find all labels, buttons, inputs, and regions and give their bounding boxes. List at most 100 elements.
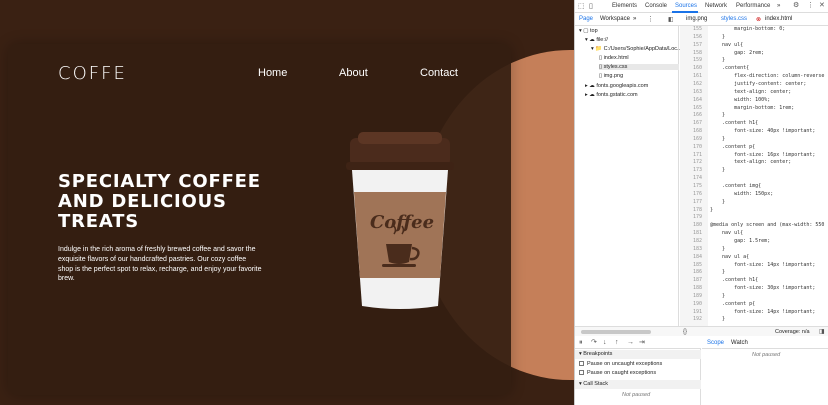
tree-node-gstatic[interactable]: ▸ ☁ fonts.gstatic.com: [585, 92, 638, 98]
code-line[interactable]: 164 width: 100%;: [680, 96, 828, 104]
line-number[interactable]: 188: [680, 284, 702, 292]
line-number[interactable]: 192: [680, 315, 702, 323]
line-number[interactable]: 161: [680, 72, 702, 80]
device-toolbar-icon[interactable]: ▯: [589, 3, 593, 11]
code-line[interactable]: 187 .content h1{: [680, 276, 828, 284]
line-number[interactable]: 177: [680, 198, 702, 206]
code-line[interactable]: 189 }: [680, 292, 828, 300]
pause-uncaught-checkbox[interactable]: Pause on uncaught exceptions: [579, 361, 699, 367]
site-logo[interactable]: COFFE: [58, 63, 127, 84]
step-over-icon[interactable]: ↷: [591, 339, 597, 347]
code-line[interactable]: 171 font-size: 16px !important;: [680, 151, 828, 159]
line-number[interactable]: 165: [680, 104, 702, 112]
line-number[interactable]: 185: [680, 261, 702, 269]
open-file-tab-styles[interactable]: styles.css: [721, 16, 747, 22]
code-line[interactable]: 190 .content p{: [680, 300, 828, 308]
code-line[interactable]: 188 font-size: 30px !important;: [680, 284, 828, 292]
settings-gear-icon[interactable]: ⚙: [793, 2, 799, 10]
inspect-element-icon[interactable]: ⬚: [578, 3, 585, 11]
line-number[interactable]: 187: [680, 276, 702, 284]
tree-file-styles[interactable]: ▯ styles.css: [599, 64, 679, 70]
code-line[interactable]: 157 nav ul{: [680, 41, 828, 49]
line-number[interactable]: 169: [680, 135, 702, 143]
deactivate-breakpoints-icon[interactable]: ⇥: [639, 339, 645, 347]
tab-network[interactable]: Network: [705, 3, 727, 9]
tree-node-folder[interactable]: ▾ 📁 C:/Users/Sophie/AppData/Loc...: [591, 46, 682, 52]
code-line[interactable]: 165 margin-bottom: 1rem;: [680, 104, 828, 112]
code-line[interactable]: 175 .content img{: [680, 182, 828, 190]
code-line[interactable]: 183 }: [680, 245, 828, 253]
close-tab-icon[interactable]: ⊗: [756, 16, 761, 24]
line-number[interactable]: 180: [680, 221, 702, 229]
line-number[interactable]: 168: [680, 127, 702, 135]
line-number[interactable]: 156: [680, 33, 702, 41]
line-number[interactable]: 158: [680, 49, 702, 57]
code-editor[interactable]: 155 margin-bottom: 0; 156 } 157 nav ul{158…: [680, 26, 828, 326]
tree-file-img[interactable]: ▯ img.png: [599, 73, 623, 79]
code-line[interactable]: 173 }: [680, 166, 828, 174]
code-line[interactable]: 174: [680, 174, 828, 182]
nav-about-link[interactable]: About: [339, 67, 368, 79]
tab-console[interactable]: Console: [645, 3, 667, 9]
code-line[interactable]: 156 }: [680, 33, 828, 41]
code-line[interactable]: 168 font-size: 40px !important;: [680, 127, 828, 135]
line-number[interactable]: 160: [680, 64, 702, 72]
line-number[interactable]: 167: [680, 119, 702, 127]
line-number[interactable]: 183: [680, 245, 702, 253]
callstack-header[interactable]: ▾ Call Stack: [575, 380, 701, 389]
line-number[interactable]: 159: [680, 56, 702, 64]
line-number[interactable]: 179: [680, 213, 702, 221]
step-into-icon[interactable]: ↓: [603, 339, 607, 347]
more-options-icon[interactable]: ⋮: [807, 2, 814, 10]
line-number[interactable]: 191: [680, 308, 702, 316]
code-line[interactable]: 158 gap: 2rem;: [680, 49, 828, 57]
code-line[interactable]: 191 font-size: 14px !important;: [680, 308, 828, 316]
tab-sources[interactable]: Sources: [675, 3, 697, 9]
nav-home-link[interactable]: Home: [258, 67, 287, 79]
line-number[interactable]: 173: [680, 166, 702, 174]
tree-node-top[interactable]: ▾ ▢ top: [579, 28, 598, 34]
code-line[interactable]: 167 .content h1{: [680, 119, 828, 127]
code-line[interactable]: 166 }: [680, 111, 828, 119]
tree-file-index[interactable]: ▯ index.html: [599, 55, 629, 61]
code-line[interactable]: 170 .content p{: [680, 143, 828, 151]
code-line[interactable]: 159 }: [680, 56, 828, 64]
horizontal-scrollbar[interactable]: [581, 330, 651, 334]
code-line[interactable]: 161 flex-direction: column-reverse: [680, 72, 828, 80]
open-file-tab-index[interactable]: index.html: [765, 16, 792, 22]
pause-caught-checkbox[interactable]: Pause on caught exceptions: [579, 370, 699, 376]
code-line[interactable]: 177 }: [680, 198, 828, 206]
toggle-navigator-icon[interactable]: ◧: [668, 16, 674, 24]
close-devtools-icon[interactable]: ✕: [819, 2, 825, 10]
step-icon[interactable]: →: [627, 339, 634, 347]
code-line[interactable]: 184 nav ul a{: [680, 253, 828, 261]
toggle-debugger-sidebar-icon[interactable]: ◨: [819, 328, 825, 336]
line-number[interactable]: 157: [680, 41, 702, 49]
tab-scope[interactable]: Scope: [707, 340, 724, 346]
pause-resume-icon[interactable]: ⏸: [579, 339, 583, 347]
code-line[interactable]: 180 @media only screen and (max-width: 55…: [680, 221, 828, 229]
line-number[interactable]: 162: [680, 80, 702, 88]
line-number[interactable]: 190: [680, 300, 702, 308]
code-line[interactable]: 186 }: [680, 268, 828, 276]
code-line[interactable]: 160 .content{: [680, 64, 828, 72]
subtabs-more-button[interactable]: »: [633, 16, 636, 22]
line-number[interactable]: 171: [680, 151, 702, 159]
code-line[interactable]: 179: [680, 213, 828, 221]
code-line[interactable]: 182 gap: 1.5rem;: [680, 237, 828, 245]
tab-workspace[interactable]: Workspace: [600, 16, 630, 22]
code-line[interactable]: 192 }: [680, 315, 828, 323]
line-number[interactable]: 170: [680, 143, 702, 151]
code-line[interactable]: 172 text-align: center;: [680, 158, 828, 166]
line-number[interactable]: 163: [680, 88, 702, 96]
tab-page[interactable]: Page: [579, 16, 593, 22]
line-number[interactable]: 176: [680, 190, 702, 198]
step-out-icon[interactable]: ↑: [615, 339, 619, 347]
line-number[interactable]: 178: [680, 206, 702, 214]
open-file-tab-img[interactable]: img.png: [686, 16, 707, 22]
tree-node-origin[interactable]: ▾ ☁ file://: [585, 37, 608, 43]
pretty-print-button[interactable]: {}: [683, 328, 687, 336]
line-number[interactable]: 186: [680, 268, 702, 276]
kebab-menu-icon[interactable]: ⋮: [647, 16, 654, 24]
line-number[interactable]: 181: [680, 229, 702, 237]
